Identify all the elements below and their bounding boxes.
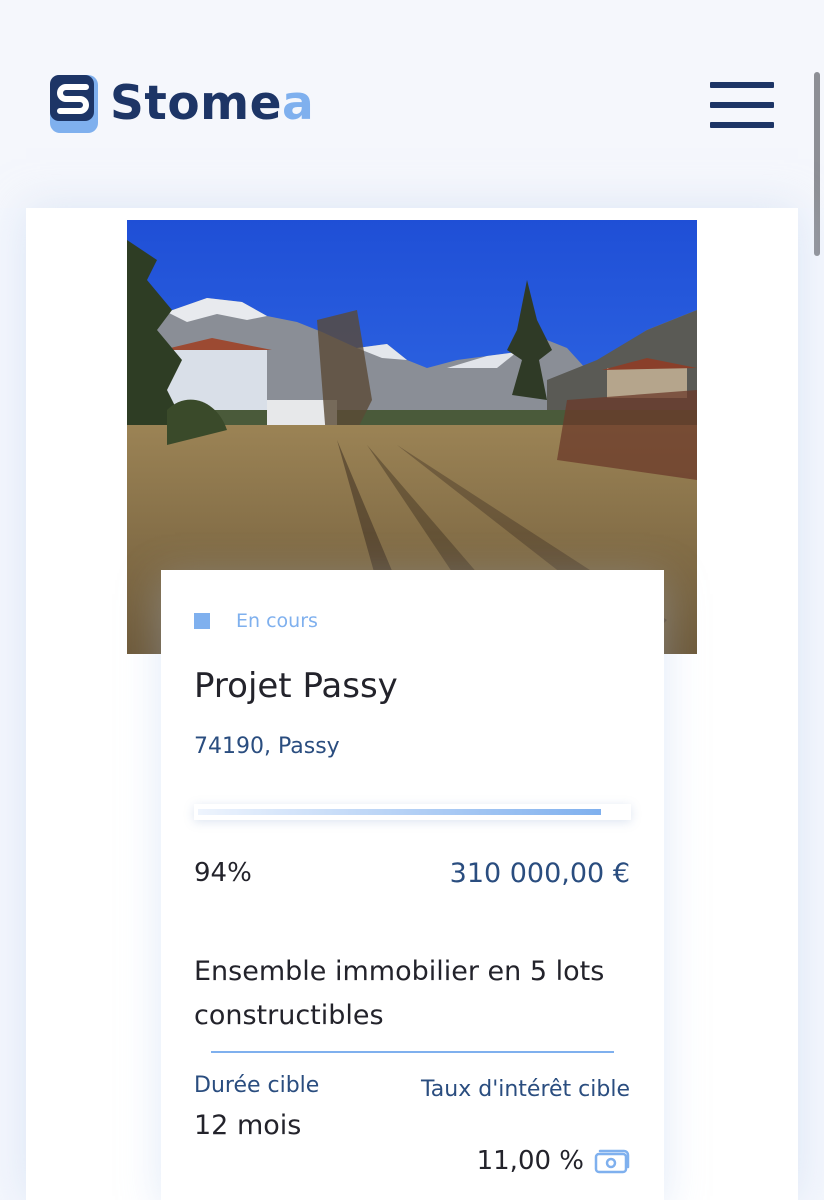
- money-icon: [594, 1149, 630, 1174]
- page-scrollbar[interactable]: [814, 72, 820, 256]
- funding-amount: 310 000,00 €: [449, 858, 630, 889]
- interest-rate-label: Taux d'intérêt cible: [421, 1077, 630, 1102]
- duration-label: Durée cible: [194, 1073, 320, 1098]
- interest-rate-value: 11,00 %: [476, 1146, 584, 1176]
- section-divider: [211, 1051, 614, 1053]
- funding-progress-fill: [198, 809, 601, 815]
- project-title[interactable]: Projet Passy: [194, 666, 398, 706]
- brand-name: Stomea: [110, 76, 315, 131]
- project-location: 74190, Passy: [194, 734, 340, 759]
- funding-percentage: 94%: [194, 858, 252, 888]
- status-indicator-icon: [194, 613, 210, 629]
- stomea-logo-icon: [50, 75, 98, 133]
- status-label: En cours: [236, 610, 318, 632]
- brand-logo[interactable]: Stomea: [50, 74, 314, 134]
- interest-rate: 11,00 %: [477, 1146, 630, 1176]
- funding-progress-bar: [194, 804, 631, 820]
- status-badge: En cours: [194, 610, 318, 632]
- project-description: Ensemble immobilier en 5 lots constructi…: [194, 956, 605, 1031]
- duration-value: 12 mois: [194, 1110, 302, 1141]
- hamburger-menu-icon[interactable]: [710, 82, 774, 128]
- project-card[interactable]: En cours Projet Passy 74190, Passy 94% 3…: [161, 570, 664, 1200]
- site-header: Stomea: [0, 0, 824, 208]
